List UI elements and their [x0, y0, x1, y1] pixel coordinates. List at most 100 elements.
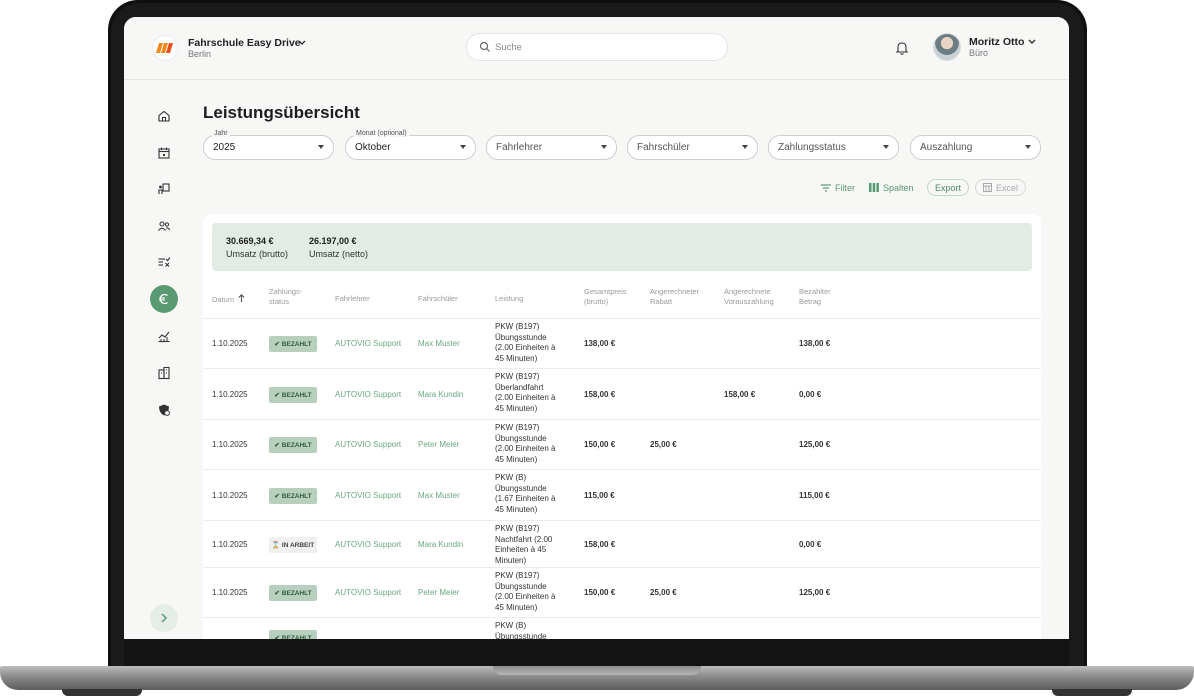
cell-instructor-link[interactable]: AUTOVIO Support: [335, 390, 401, 401]
chevron-down-icon[interactable]: [298, 38, 306, 48]
shield-icon[interactable]: [150, 396, 178, 424]
table-row[interactable]: 1.10.2025 ✔ BEZAHLT AUTOVIO Support Peter Me…: [203, 419, 1041, 469]
th-instructor[interactable]: Fahrlehrer: [335, 294, 370, 304]
table-row[interactable]: 1.10.2025 ✔ BEZAHLT AUTOVIO Support Mara Kun…: [203, 368, 1041, 419]
chevron-down-icon[interactable]: [1028, 37, 1036, 47]
check-icon: ✔: [274, 635, 280, 639]
cell-paid-amount: 138,00 €: [799, 339, 831, 348]
student-select[interactable]: Fahrschüler: [627, 135, 758, 160]
status-badge: ✔ BEZAHLT: [269, 585, 317, 601]
cell-total: 138,00 €: [584, 339, 616, 348]
user-role: Büro: [969, 48, 989, 58]
cell-service: PKW (B197) Übungsstunde (2.00 Einheiten à4…: [495, 571, 575, 617]
th-service[interactable]: Leistung: [495, 294, 523, 304]
tasks-icon[interactable]: [150, 248, 178, 276]
services-card: 30.669,34 € Umsatz (brutto) 26.197,00 € …: [203, 214, 1041, 639]
status-badge: ✔ BEZAHLT: [269, 488, 317, 504]
cell-service-line: PKW (B197): [495, 372, 540, 381]
calendar-icon[interactable]: [150, 139, 178, 167]
logo-stripes-icon: [156, 43, 173, 53]
cell-service-line: Übungsstunde: [495, 433, 547, 443]
th-total[interactable]: Gesamtpreis (brutto): [584, 287, 627, 307]
table-icon: [983, 183, 992, 192]
cell-service-line: Übungsstunde: [495, 631, 547, 640]
table-row[interactable]: 1.10.2025 ✔ BEZAHLT AUTOVIO Support Max Must…: [203, 318, 1041, 368]
revenue-summary: 30.669,34 € Umsatz (brutto) 26.197,00 € …: [212, 223, 1032, 271]
cell-instructor-link[interactable]: AUTOVIO Support: [335, 440, 401, 451]
org-name[interactable]: Fahrschule Easy Drive: [188, 37, 301, 49]
cell-date: 1.10.2025: [212, 540, 248, 549]
cell-student-link[interactable]: Peter Meier: [418, 588, 459, 599]
status-badge: ✔ BEZAHLT: [269, 630, 317, 639]
chevron-right-icon: [161, 613, 168, 623]
cell-service: PKW (B197) Überlandfahrt (2.00 Einheiten à…: [495, 372, 575, 419]
th-discount[interactable]: Angerechneter Rabatt: [650, 287, 699, 307]
month-select[interactable]: Monat (optional) Oktober: [345, 130, 476, 160]
table-row[interactable]: 1.10.2025 ✔ BEZAHLT AUTOVIO Support Max Must…: [203, 469, 1041, 520]
analytics-icon[interactable]: [150, 322, 178, 350]
bell-icon[interactable]: [894, 40, 910, 56]
cell-student-link[interactable]: Mara Kundin: [418, 390, 463, 401]
cell-instructor-link[interactable]: AUTOVIO Support: [335, 540, 401, 551]
th-paid-line-1: Bezahlter: [799, 287, 831, 296]
cell-date: 1.10.2025: [212, 588, 248, 597]
year-select[interactable]: Jahr 2025: [203, 130, 334, 160]
cell-service: PKW (B197) Nachtfahrt (2.00 Einheiten à 45…: [495, 524, 575, 567]
th-student[interactable]: Fahrschüler: [418, 294, 458, 304]
laptop-foot-right: [1052, 689, 1132, 696]
cell-total: 158,00 €: [584, 540, 616, 549]
excel-button[interactable]: Excel: [975, 179, 1027, 196]
status-badge: ✔ BEZAHLT: [269, 387, 317, 403]
lesson-icon[interactable]: [150, 175, 178, 203]
check-icon: ✔: [274, 341, 280, 348]
table-row[interactable]: 1.10.2025 ⌛ IN ARBEIT AUTOVIO Support Mara K…: [203, 520, 1041, 567]
cell-service-line: 45 Minuten): [495, 504, 538, 514]
columns-button[interactable]: Spalten: [869, 179, 914, 196]
building-icon[interactable]: [150, 359, 178, 387]
table-row[interactable]: 1.10.2025 ✔ BEZAHLT AUTOVIO Support Peter Me…: [203, 567, 1041, 617]
page-title: Leistungsübersicht: [203, 103, 360, 122]
net-revenue-label: Umsatz (netto): [309, 249, 369, 259]
payout-select[interactable]: Auszahlung: [910, 135, 1041, 160]
avatar[interactable]: [933, 33, 961, 61]
th-date[interactable]: Datum: [212, 294, 245, 305]
school-logo[interactable]: [152, 35, 178, 61]
cell-student-link[interactable]: Max Muster: [418, 491, 460, 502]
instructor-select[interactable]: Fahrlehrer: [486, 135, 617, 160]
home-icon[interactable]: [150, 102, 178, 130]
export-button[interactable]: Export: [927, 179, 970, 196]
month-select-value: Oktober: [355, 142, 391, 153]
top-header: Fahrschule Easy Drive Berlin Moritz Otto…: [124, 17, 1069, 80]
search-input[interactable]: [495, 39, 715, 55]
filter-button[interactable]: Filter: [821, 179, 855, 196]
cell-student-link[interactable]: Mara Kundin: [418, 540, 463, 551]
th-paid-amount[interactable]: Bezahlter Betrag: [799, 287, 831, 307]
caret-down-icon: [601, 145, 607, 149]
cell-student-link[interactable]: Peter Meier: [418, 440, 459, 451]
status-badge-label: BEZAHLT: [281, 391, 312, 399]
cell-service: PKW (B197) Übungsstunde (2.00 Einheiten à4…: [495, 322, 575, 368]
cell-instructor-link[interactable]: AUTOVIO Support: [335, 588, 401, 599]
excel-button-label: Excel: [996, 182, 1019, 193]
users-icon[interactable]: [150, 212, 178, 240]
cell-service-line: 45 Minuten): [495, 403, 538, 413]
th-paid-line-2: Betrag: [799, 297, 822, 306]
cell-student-link[interactable]: Max Muster: [418, 339, 460, 350]
sidebar-expand-button[interactable]: [150, 604, 178, 632]
th-prepayment[interactable]: Angerechnete Vorauszahlung: [724, 287, 774, 307]
payment-status-select[interactable]: Zahlungsstatus: [768, 135, 899, 160]
search-bar[interactable]: [466, 33, 728, 61]
caret-down-icon: [460, 145, 466, 149]
cell-instructor-link[interactable]: AUTOVIO Support: [335, 339, 401, 350]
hourglass-icon: ⌛: [271, 542, 280, 549]
euro-icon[interactable]: [150, 285, 178, 313]
cell-service-line: Übungsstunde: [495, 483, 547, 493]
year-select-label: Jahr: [212, 130, 230, 137]
th-payment-status[interactable]: Zahlungs-status: [269, 287, 302, 307]
cell-instructor-link[interactable]: AUTOVIO Support: [335, 491, 401, 502]
caret-down-icon: [742, 145, 748, 149]
check-icon: ✔: [274, 392, 280, 399]
user-name[interactable]: Moritz Otto: [969, 36, 1024, 48]
table-row[interactable]: ✔ BEZAHLT PKW (B) Übungsstunde: [203, 617, 1041, 639]
status-badge-label: IN ARBEIT: [281, 541, 315, 549]
